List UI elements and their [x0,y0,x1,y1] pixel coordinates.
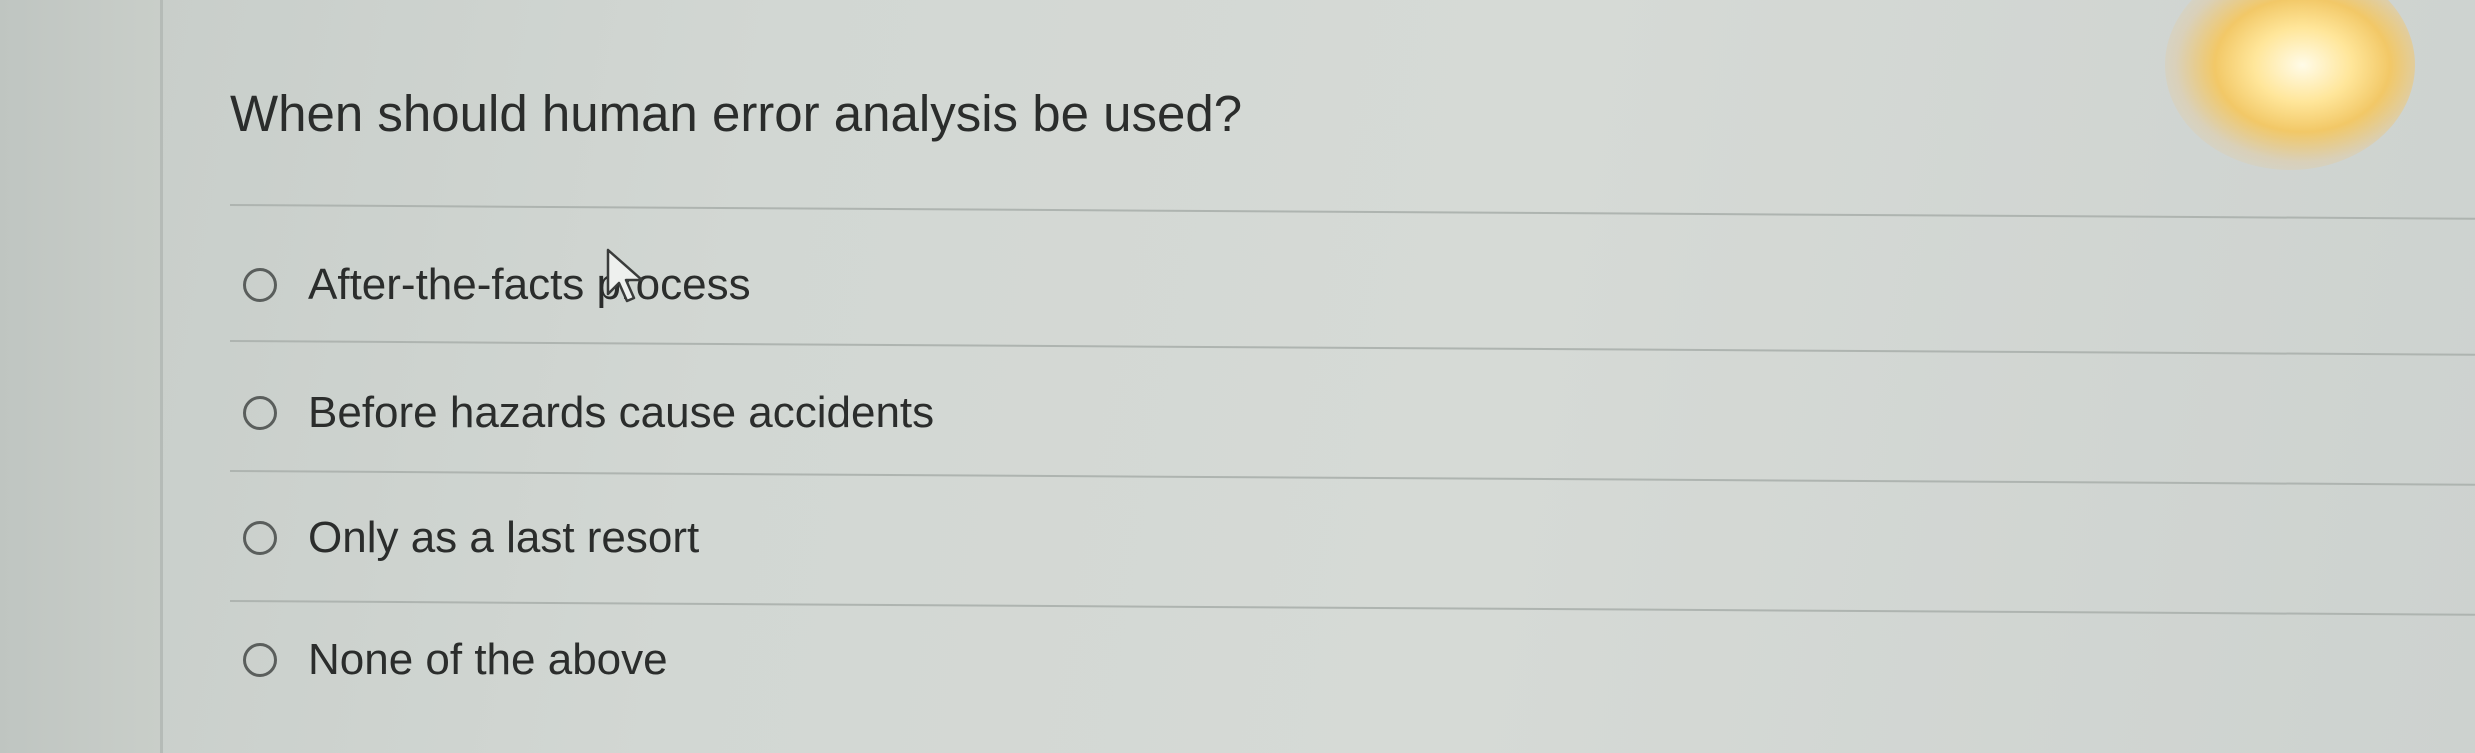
option-label: None of the above [308,635,668,684]
left-margin [0,0,160,753]
divider [229,204,2475,220]
option-label: Before hazards cause accidents [308,388,935,437]
mouse-pointer-icon [606,248,644,303]
option-after-the-facts[interactable]: After-the-facts process [243,255,751,315]
radio-unselected-icon[interactable] [243,521,277,555]
option-none-of-above[interactable]: None of the above [243,630,668,690]
divider [229,470,2475,486]
screen-glare [2165,0,2415,170]
option-label: Only as a last resort [308,513,700,562]
option-label: After-the-facts process [308,260,751,309]
radio-unselected-icon[interactable] [243,643,277,677]
radio-unselected-icon[interactable] [243,396,277,430]
option-last-resort[interactable]: Only as a last resort [243,508,699,568]
panel-border [160,0,163,753]
divider [229,340,2475,356]
divider [229,600,2475,616]
option-before-hazards[interactable]: Before hazards cause accidents [243,383,934,443]
question-text: When should human error analysis be used… [230,85,1243,142]
radio-unselected-icon[interactable] [243,268,277,302]
